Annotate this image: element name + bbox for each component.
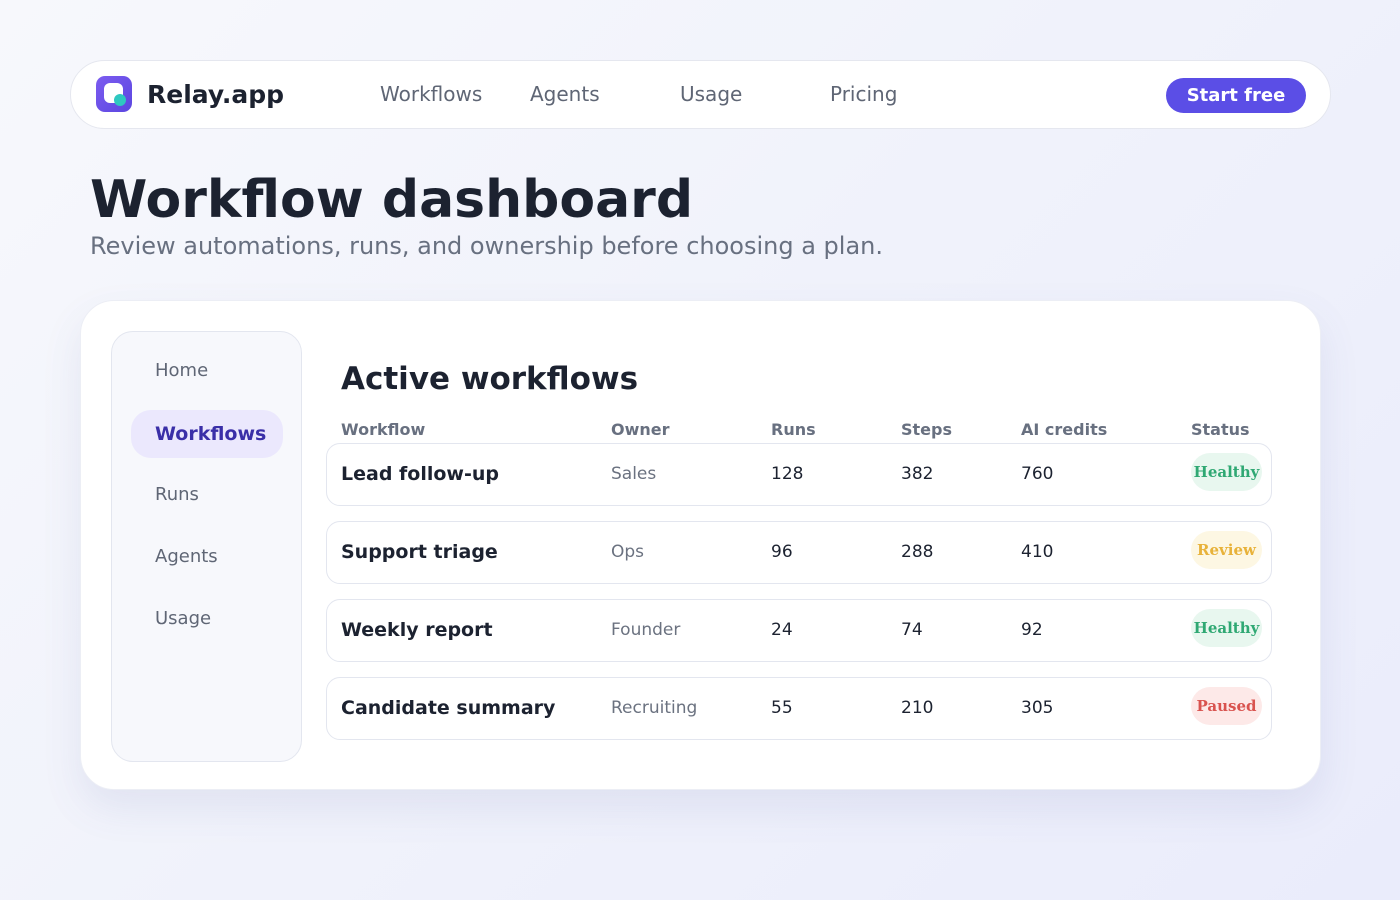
sidebar-item-workflows[interactable]: Workflows <box>131 410 283 458</box>
column-header-runs: Runs <box>771 420 816 439</box>
workflow-name: Lead follow-up <box>341 463 499 485</box>
workflow-name: Candidate summary <box>341 697 556 719</box>
status-badge: Healthy <box>1191 609 1262 647</box>
workflow-owner: Ops <box>611 542 645 562</box>
workflow-ai-credits: 305 <box>1021 698 1054 718</box>
status-badge: Review <box>1191 531 1262 569</box>
sidebar-item-usage[interactable]: Usage <box>131 595 283 643</box>
nav-link-agents[interactable]: Agents <box>530 81 600 107</box>
workflow-owner: Sales <box>611 464 657 484</box>
relay-logo-icon[interactable] <box>96 76 132 112</box>
section-title: Active workflows <box>341 361 639 397</box>
workflow-owner: Founder <box>611 620 681 640</box>
table-row[interactable]: Support triage Ops 96 288 410 Review <box>326 521 1272 584</box>
sidebar-item-label: Usage <box>155 608 212 629</box>
column-header-workflow: Workflow <box>341 420 426 439</box>
column-header-ai-credits: AI credits <box>1021 420 1108 439</box>
table-row[interactable]: Candidate summary Recruiting 55 210 305 … <box>326 677 1272 740</box>
workflow-owner: Recruiting <box>611 698 698 718</box>
workflow-steps: 74 <box>901 620 923 640</box>
workflow-runs: 128 <box>771 464 804 484</box>
start-free-button[interactable]: Start free <box>1166 78 1306 113</box>
sidebar-item-label: Agents <box>155 546 218 567</box>
brand-name[interactable]: Relay.app <box>147 79 284 111</box>
nav-link-usage[interactable]: Usage <box>680 81 742 107</box>
workflow-ai-credits: 760 <box>1021 464 1054 484</box>
workflow-runs: 24 <box>771 620 793 640</box>
nav-link-pricing[interactable]: Pricing <box>830 81 897 107</box>
nav-link-workflows[interactable]: Workflows <box>380 81 482 107</box>
sidebar-item-label: Home <box>155 360 209 381</box>
workflow-ai-credits: 410 <box>1021 542 1054 562</box>
sidebar-item-home[interactable]: Home <box>131 347 283 395</box>
column-header-status: Status <box>1191 420 1250 439</box>
workflow-steps: 382 <box>901 464 934 484</box>
workflow-steps: 210 <box>901 698 934 718</box>
table-row[interactable]: Weekly report Founder 24 74 92 Healthy <box>326 599 1272 662</box>
workflow-ai-credits: 92 <box>1021 620 1043 640</box>
sidebar-item-agents[interactable]: Agents <box>131 533 283 581</box>
sidebar: Home Workflows Runs Agents Usage <box>111 331 302 762</box>
workflow-runs: 55 <box>771 698 793 718</box>
workflow-runs: 96 <box>771 542 793 562</box>
page-title: Workflow dashboard <box>90 170 694 230</box>
sidebar-item-runs[interactable]: Runs <box>131 471 283 519</box>
status-badge: Paused <box>1191 687 1262 725</box>
page-subtitle: Review automations, runs, and ownership … <box>90 232 883 260</box>
dashboard-card: Home Workflows Runs Agents Usage Active … <box>80 300 1321 790</box>
workflow-steps: 288 <box>901 542 934 562</box>
top-nav: Relay.app Workflows Agents Usage Pricing… <box>70 60 1331 129</box>
table-row[interactable]: Lead follow-up Sales 128 382 760 Healthy <box>326 443 1272 506</box>
workflow-name: Support triage <box>341 541 498 563</box>
column-header-steps: Steps <box>901 420 952 439</box>
sidebar-item-label: Workflows <box>155 423 267 445</box>
status-badge: Healthy <box>1191 453 1262 491</box>
column-header-owner: Owner <box>611 420 670 439</box>
sidebar-item-label: Runs <box>155 484 199 505</box>
workflow-name: Weekly report <box>341 619 493 641</box>
